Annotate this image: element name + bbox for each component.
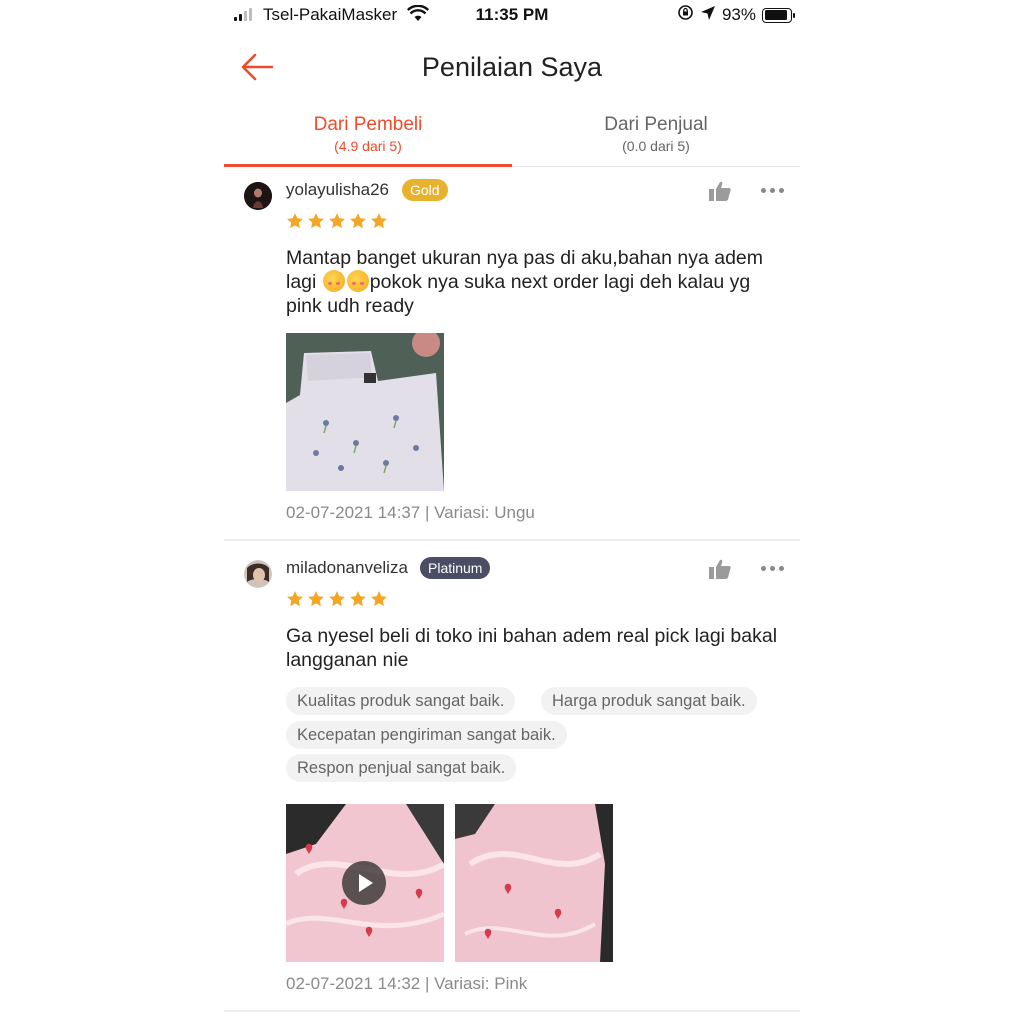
reviewer-username[interactable]: yolayulisha26 xyxy=(286,180,389,200)
review-meta: 02-07-2021 14:37 | Variasi: Ungu xyxy=(286,503,535,522)
battery-percent: 93% xyxy=(721,5,756,24)
page-title: Penilaian Saya xyxy=(421,52,603,82)
review-photo[interactable] xyxy=(286,333,444,491)
review-tag-chip: Harga produk sangat baik. xyxy=(541,687,757,715)
avatar[interactable] xyxy=(244,560,272,588)
review-text: Ga nyesel beli di toko ini bahan adem re… xyxy=(286,625,778,671)
star-rating xyxy=(286,590,388,608)
star-icon xyxy=(371,591,387,607)
tab-from-buyer[interactable]: Dari Pembeli (4.9 dari 5) xyxy=(224,112,512,167)
smiling-face-hearts-emoji-icon xyxy=(346,270,369,292)
review-tag-chip: Kualitas produk sangat baik. xyxy=(286,687,516,715)
review-meta: 02-07-2021 14:32 | Variasi: Pink xyxy=(286,974,528,993)
star-icon xyxy=(308,213,324,229)
star-icon xyxy=(287,591,303,607)
tab-label: Dari Pembeli xyxy=(313,114,423,135)
star-icon xyxy=(329,213,345,229)
star-icon xyxy=(371,213,387,229)
status-bar: Tsel-PakaiMasker 11:35 PM 93% xyxy=(224,0,800,30)
tab-label: Dari Penjual xyxy=(604,114,708,135)
review-tag-chip: Kecepatan pengiriman sangat baik. xyxy=(286,721,567,749)
thumbs-up-icon[interactable] xyxy=(708,180,732,202)
member-badge: Gold xyxy=(402,179,448,201)
member-badge: Platinum xyxy=(420,557,491,579)
tab-score: (0.0 dari 5) xyxy=(622,138,690,154)
more-options-icon[interactable] xyxy=(761,566,784,571)
review-text: Mantap banget ukuran nya pas di aku,baha… xyxy=(286,246,786,318)
review-tag-chip: Respon penjual sangat baik. xyxy=(286,754,517,782)
star-icon xyxy=(308,591,324,607)
avatar[interactable] xyxy=(244,182,272,210)
thumbs-up-icon[interactable] xyxy=(708,558,732,580)
smiling-face-hearts-emoji-icon xyxy=(322,270,345,292)
tab-from-seller[interactable]: Dari Penjual (0.0 dari 5) xyxy=(512,112,800,166)
review-video[interactable] xyxy=(286,804,444,962)
star-icon xyxy=(329,591,345,607)
tab-score: (4.9 dari 5) xyxy=(334,138,402,154)
battery-icon xyxy=(762,7,795,23)
review-photo[interactable] xyxy=(455,804,613,962)
orientation-lock-icon xyxy=(677,4,694,26)
reviewer-username[interactable]: miladonanveliza xyxy=(286,558,408,578)
play-icon[interactable] xyxy=(342,861,386,905)
star-rating xyxy=(286,212,388,230)
review-item: miladonanveliza Platinum Ga nyesel beli … xyxy=(224,545,800,1012)
location-icon xyxy=(700,5,716,26)
rating-tabs: Dari Pembeli (4.9 dari 5) Dari Penjual (… xyxy=(224,112,800,167)
app-screen: Tsel-PakaiMasker 11:35 PM 93% Penilaian … xyxy=(224,0,800,1024)
more-options-icon[interactable] xyxy=(761,188,784,193)
star-icon xyxy=(287,213,303,229)
star-icon xyxy=(350,213,366,229)
review-item: yolayulisha26 Gold Mantap banget ukuran … xyxy=(224,167,800,541)
star-icon xyxy=(350,591,366,607)
header: Penilaian Saya xyxy=(224,40,800,94)
